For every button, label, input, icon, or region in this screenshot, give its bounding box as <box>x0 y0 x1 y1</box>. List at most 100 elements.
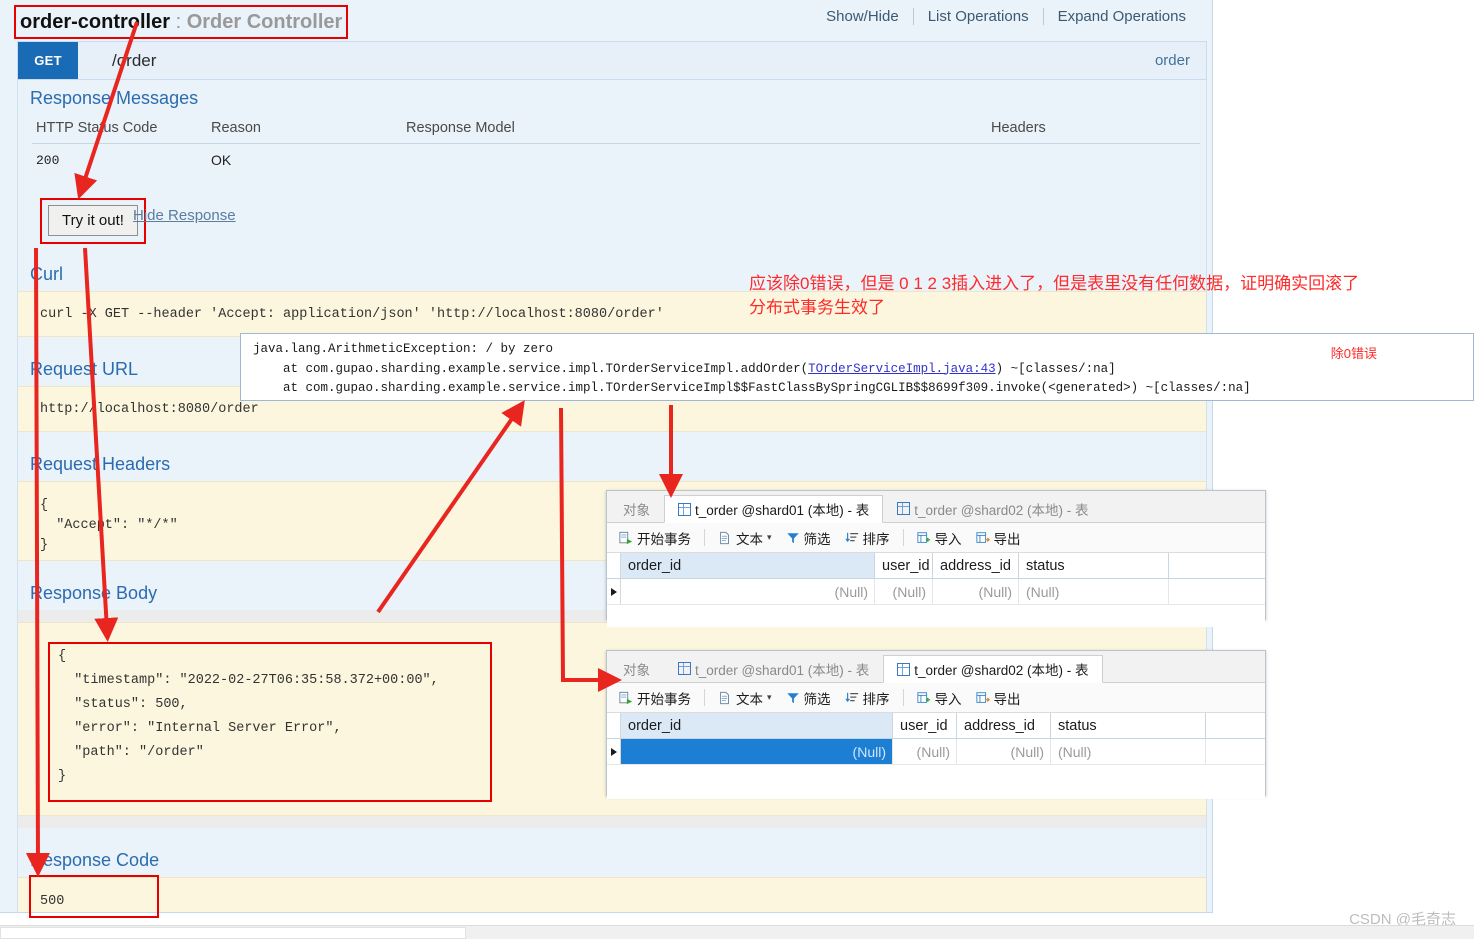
tab-objects-2[interactable]: 对象 <box>609 654 664 682</box>
grid-gutter-head-2 <box>607 713 621 738</box>
import-icon <box>916 691 930 703</box>
sort-button-2[interactable]: 排序 <box>839 686 896 710</box>
stack-trace-line-2-post: ) ~[classes/:na] <box>995 361 1116 376</box>
response-code-value: 500 <box>18 877 1206 912</box>
col-filler-2 <box>1206 713 1265 738</box>
import-button-2[interactable]: 导入 <box>911 686 968 710</box>
tab-t-order-shard02-2[interactable]: t_order @shard02 (本地) - 表 <box>883 655 1103 683</box>
text-button-1[interactable]: 文本 ▾ <box>712 526 778 550</box>
grid-header-2: order_id user_id address_id status <box>607 713 1265 739</box>
tab-objects-1[interactable]: 对象 <box>609 494 664 522</box>
col-address-id-1[interactable]: address_id <box>933 553 1019 578</box>
hide-response-link[interactable]: Hide Response <box>133 207 236 224</box>
export-label-1: 导出 <box>993 531 1021 547</box>
cell-headers <box>987 144 1200 175</box>
col-order-id-2[interactable]: order_id <box>621 713 893 738</box>
begin-transaction-button-2[interactable]: 开始事务 <box>613 686 697 710</box>
col-http-status-code: HTTP Status Code <box>32 118 207 144</box>
cell-model <box>402 144 987 175</box>
col-response-model: Response Model <box>402 118 987 144</box>
tab-t-order-shard02-1[interactable]: t_order @shard02 (本地) - 表 <box>883 494 1103 522</box>
filter-label-2: 筛选 <box>803 691 831 707</box>
api-title: order-controller : Order Controller <box>14 5 349 39</box>
cell-order-id-1[interactable]: (Null) <box>621 579 875 604</box>
filter-button-1[interactable]: 筛选 <box>780 526 837 550</box>
toolbar-sep-1a <box>704 529 705 546</box>
export-button-1[interactable]: 导出 <box>970 526 1027 550</box>
sort-icon <box>844 532 858 542</box>
cell-status-1[interactable]: (Null) <box>1019 579 1169 604</box>
api-title-main: order-controller <box>20 11 171 33</box>
chinese-annotation: 应该除0错误，但是 0 1 2 3插入进入了，但是表里没有任何数据，证明确实回滚… <box>749 272 1359 320</box>
text-document-icon <box>720 531 729 544</box>
import-button-1[interactable]: 导入 <box>911 526 968 550</box>
cell-status-code: 200 <box>36 152 60 168</box>
col-headers: Headers <box>987 118 1200 144</box>
export-button-2[interactable]: 导出 <box>970 686 1027 710</box>
navicat-tabstrip-2: 对象 t_order @shard01 (本地) - 表 t_order @sh… <box>607 651 1265 683</box>
expand-operations-link[interactable]: Expand Operations <box>1044 8 1200 25</box>
horizontal-scrollbar[interactable] <box>0 925 1474 939</box>
text-document-icon <box>720 691 729 704</box>
col-address-id-2[interactable]: address_id <box>957 713 1051 738</box>
col-status-1[interactable]: status <box>1019 553 1169 578</box>
text-label-2: 文本 <box>736 691 763 707</box>
tab-t-order-shard01-2[interactable]: t_order @shard01 (本地) - 表 <box>664 654 884 682</box>
col-order-id-1[interactable]: order_id <box>621 553 875 578</box>
navicat-window-shard02[interactable]: 对象 t_order @shard01 (本地) - 表 t_order @sh… <box>606 650 1266 799</box>
chevron-down-icon[interactable]: ▾ <box>767 532 772 543</box>
cell-status-2[interactable]: (Null) <box>1051 739 1206 764</box>
cell-filler-1 <box>1169 579 1265 604</box>
col-user-id-1[interactable]: user_id <box>875 553 933 578</box>
list-operations-link[interactable]: List Operations <box>914 8 1043 25</box>
export-icon <box>975 691 990 703</box>
stack-trace-source-link[interactable]: TOrderServiceImpl.java:43 <box>808 362 996 376</box>
navicat-toolbar-2: 开始事务 文本 ▾ 筛选 排序 导入 导出 <box>607 683 1265 713</box>
scrollbar-thumb[interactable] <box>0 927 466 939</box>
response-code-section: Response Code 500 <box>18 850 1206 912</box>
transaction-icon <box>619 691 633 704</box>
tab-t-order-shard01-label-1: t_order @shard01 (本地) - 表 <box>695 503 870 518</box>
text-button-2[interactable]: 文本 ▾ <box>712 686 778 710</box>
response-code-heading: Response Code <box>30 850 160 870</box>
grid-gutter-head-1 <box>607 553 621 578</box>
col-filler-1 <box>1169 553 1265 578</box>
navicat-window-shard01[interactable]: 对象 t_order @shard01 (本地) - 表 t_order @sh… <box>606 490 1266 627</box>
begin-transaction-button-1[interactable]: 开始事务 <box>613 526 697 550</box>
operation-tag-link[interactable]: order <box>1155 52 1190 69</box>
cell-user-id-2[interactable]: (Null) <box>893 739 957 764</box>
filter-button-2[interactable]: 筛选 <box>780 686 837 710</box>
col-user-id-2[interactable]: user_id <box>893 713 957 738</box>
chinese-annotation-line1: 应该除0错误，但是 0 1 2 3插入进入了，但是表里没有任何数据，证明确实回滚… <box>749 274 1360 293</box>
sort-button-1[interactable]: 排序 <box>839 526 896 550</box>
cell-address-id-2[interactable]: (Null) <box>957 739 1051 764</box>
col-status-2[interactable]: status <box>1051 713 1206 738</box>
stack-trace-note: 除0错误 <box>1330 346 1377 361</box>
begin-transaction-label-2: 开始事务 <box>637 691 691 707</box>
transaction-icon <box>619 531 633 544</box>
sort-label-1: 排序 <box>862 531 890 547</box>
stack-trace-line-2-pre: at com.gupao.sharding.example.service.im… <box>253 361 809 376</box>
response-messages-heading: Response Messages <box>30 88 199 108</box>
tab-t-order-shard01-1[interactable]: t_order @shard01 (本地) - 表 <box>664 495 884 523</box>
try-it-out-highlight: Try it out! <box>40 198 146 244</box>
table-icon <box>897 502 911 515</box>
table-row: 200 OK <box>32 144 1200 175</box>
cell-address-id-1[interactable]: (Null) <box>933 579 1019 604</box>
show-hide-link[interactable]: Show/Hide <box>812 8 913 25</box>
table-row[interactable]: (Null) (Null) (Null) (Null) <box>607 739 1265 765</box>
chevron-down-icon[interactable]: ▾ <box>767 692 772 703</box>
table-icon <box>678 662 691 675</box>
tab-t-order-shard02-label-2: t_order @shard02 (本地) - 表 <box>914 663 1089 678</box>
cell-order-id-2[interactable]: (Null) <box>621 739 893 764</box>
table-row[interactable]: (Null) (Null) (Null) (Null) <box>607 579 1265 605</box>
toolbar-sep-2b <box>902 689 904 706</box>
operation-bar[interactable]: GET /order order <box>17 41 1207 80</box>
begin-transaction-label-1: 开始事务 <box>637 531 691 547</box>
cell-user-id-1[interactable]: (Null) <box>875 579 933 604</box>
cell-filler-2 <box>1206 739 1265 764</box>
try-it-out-button[interactable]: Try it out! <box>48 205 138 236</box>
row-arrow-icon <box>610 747 617 756</box>
text-label-1: 文本 <box>736 531 763 547</box>
cell-reason: OK <box>211 152 232 168</box>
